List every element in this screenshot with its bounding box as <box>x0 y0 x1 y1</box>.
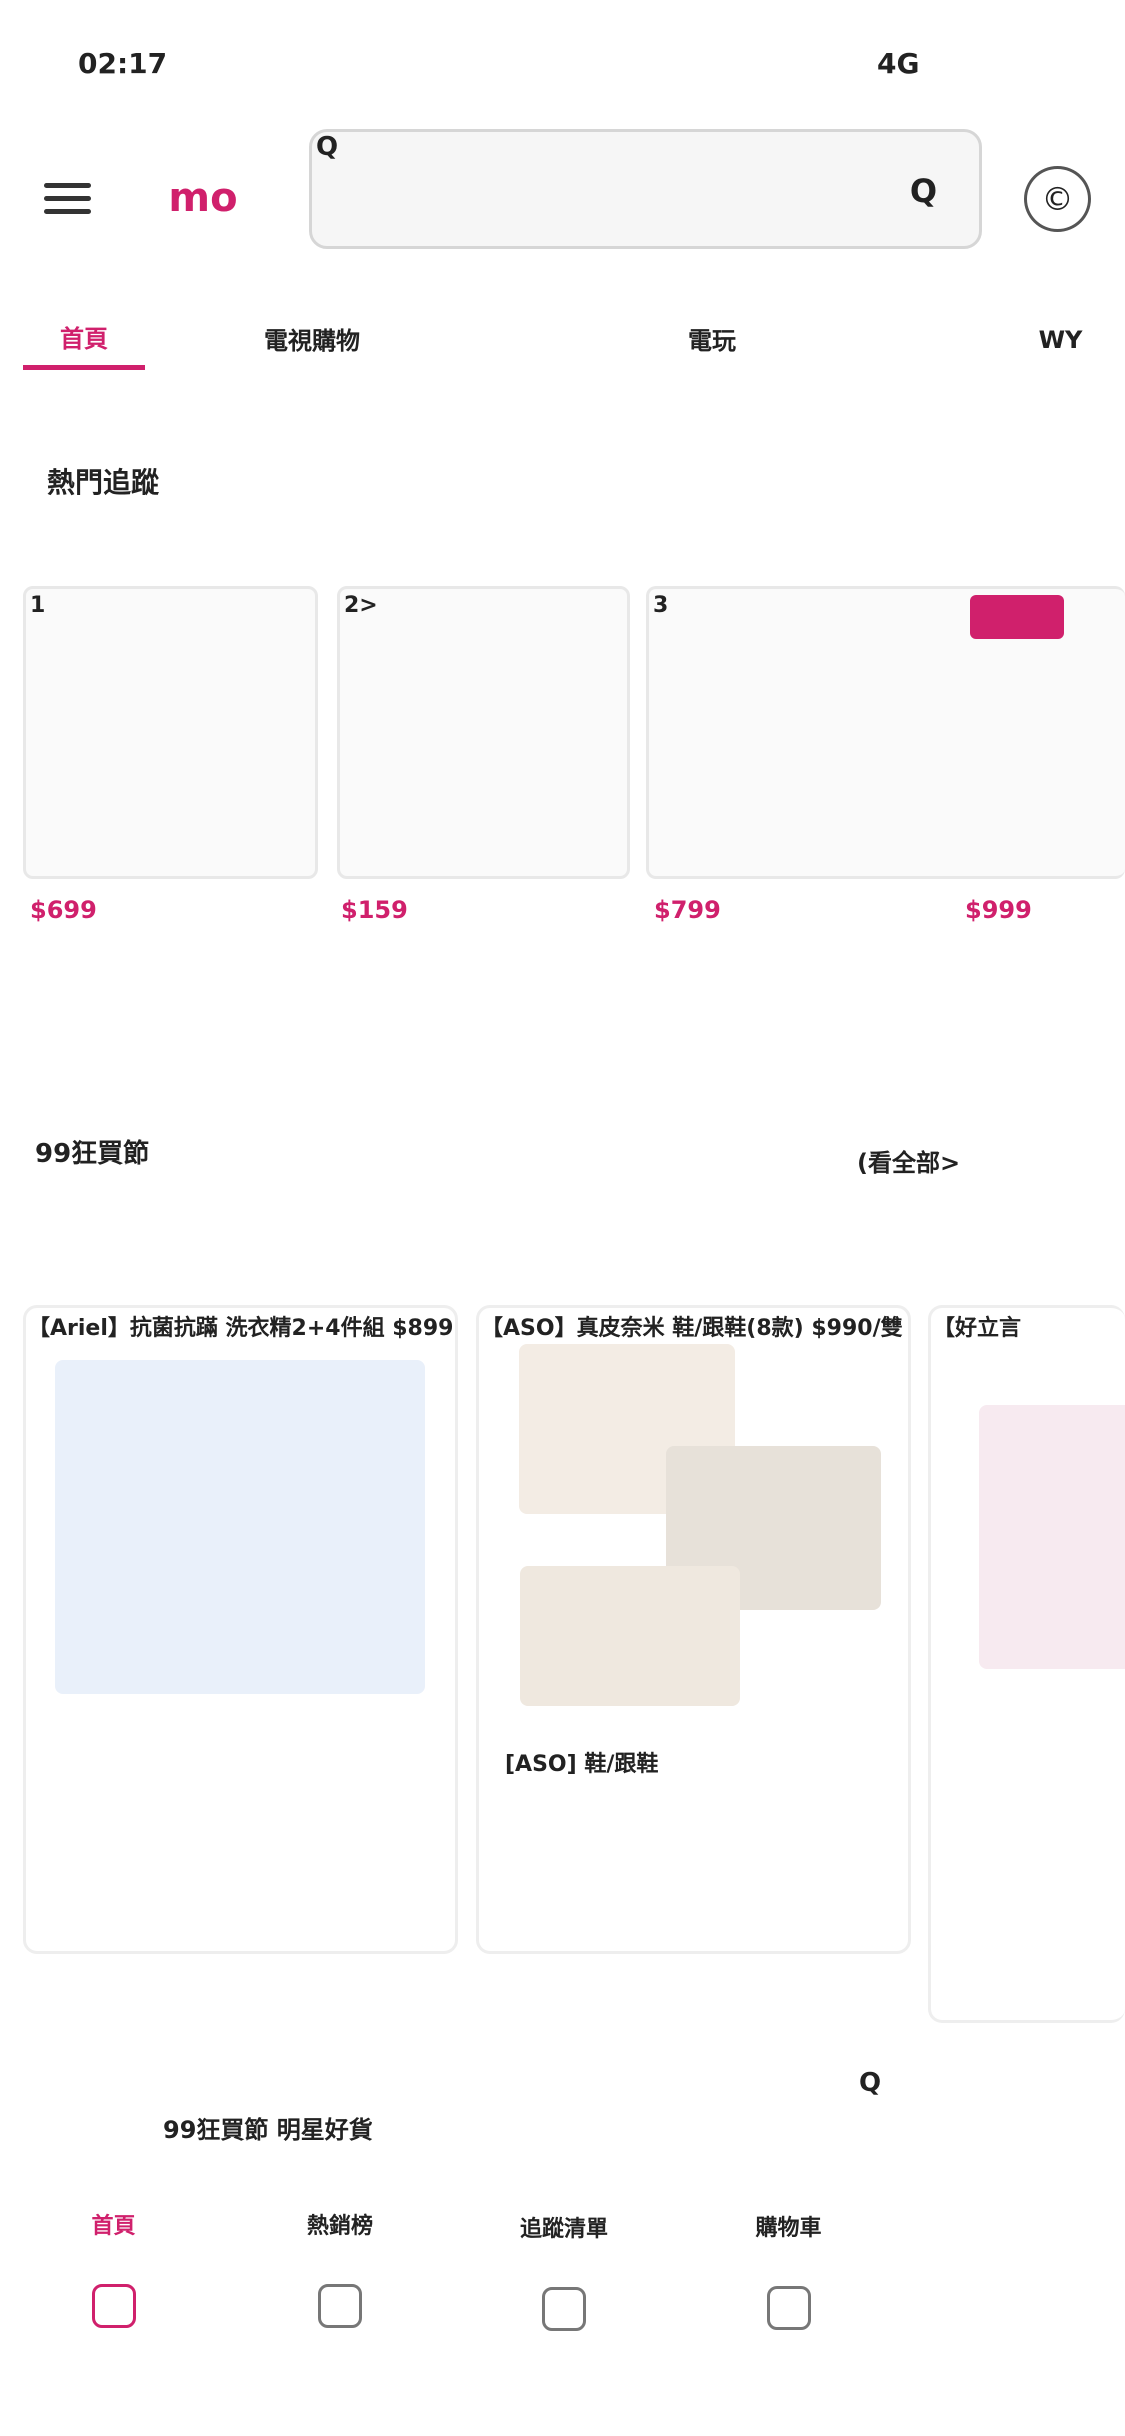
view-all-link[interactable]: (看全部> <box>855 1137 1078 1223</box>
product-tag <box>970 595 1064 639</box>
product-price: $999 <box>965 896 1032 924</box>
heart-icon <box>542 2287 586 2331</box>
promo-image <box>55 1360 425 1694</box>
tab-tv-shopping[interactable]: 電視購物 <box>193 307 431 370</box>
bottom-tab-label: 首頁 <box>91 2214 136 2239</box>
product-price: $159 <box>341 896 408 924</box>
hot-product-card[interactable]: 3 <box>646 586 1125 879</box>
tab-games[interactable]: 電玩 <box>651 307 773 370</box>
bottom-tab-label: 追蹤清單 <box>519 2217 608 2242</box>
menu-icon[interactable] <box>32 172 103 224</box>
home-icon <box>91 2284 136 2328</box>
trophy-icon <box>318 2284 362 2328</box>
promo-caption: [ASO] 鞋/跟鞋 <box>505 1752 659 1777</box>
rank-badge: 1 <box>30 593 46 618</box>
bottom-tab-label: 熱銷榜 <box>306 2214 373 2239</box>
tab-category[interactable] <box>480 307 602 370</box>
promo-title: 【好立言 <box>933 1316 1022 1341</box>
promo-card[interactable]: 【ASO】真皮奈米 鞋/跟鞋(8款) $990/雙 [ASO] 鞋/跟鞋 <box>476 1305 911 1954</box>
hot-product-card[interactable]: 2> <box>337 586 630 879</box>
hot-product-card[interactable]: 1 <box>23 586 318 879</box>
status-time: 02:17 <box>78 47 168 80</box>
search-input[interactable]: Q <box>309 129 982 249</box>
star-products-banner[interactable]: 99狂買節 明星好貨 <box>161 2108 696 2178</box>
floating-search-button[interactable]: Q <box>855 2066 1091 2333</box>
promo-title: 【ASO】真皮奈米 鞋/跟鞋(8款) $990/雙 <box>481 1316 903 1341</box>
bottom-tab-bestsellers[interactable]: 熱銷榜 <box>281 2208 399 2333</box>
logo[interactable]: mo <box>157 158 249 238</box>
cart-icon <box>766 2286 811 2330</box>
account-icon[interactable]: © <box>1024 166 1091 232</box>
bottom-tab-label: 購物車 <box>755 2216 822 2241</box>
tab-home[interactable]: 首頁 <box>23 307 145 370</box>
rank-badge: 3 <box>653 593 669 618</box>
bottom-tab-cart[interactable]: 購物車 <box>730 2210 847 2333</box>
promo-title: 【Ariel】抗菌抗蹣 洗衣精2+4件組 $899 <box>28 1316 454 1341</box>
nav-more-button[interactable]: WY <box>1024 317 1097 362</box>
product-price: $699 <box>30 896 97 924</box>
promo-card[interactable]: 【Ariel】抗菌抗蹣 洗衣精2+4件組 $899 <box>23 1305 458 1954</box>
rank-badge: 2> <box>344 593 378 618</box>
bottom-tab-tracking[interactable]: 追蹤清單 <box>487 2211 641 2334</box>
section-title-sale: 99狂買節 <box>35 1139 150 1169</box>
promo-image <box>979 1405 1125 1669</box>
search-button[interactable]: Q <box>900 157 947 225</box>
section-title-hot: 熱門追蹤 <box>47 465 160 499</box>
product-price: $799 <box>654 896 721 924</box>
status-network: 4G <box>877 47 920 80</box>
promo-image <box>520 1566 740 1706</box>
promo-card[interactable]: 【好立言 <box>928 1305 1125 2023</box>
bottom-tab-home[interactable]: 首頁 <box>74 2208 153 2333</box>
search-icon: Q <box>316 132 339 162</box>
